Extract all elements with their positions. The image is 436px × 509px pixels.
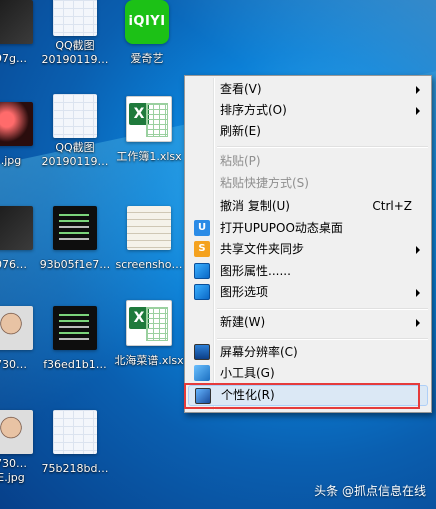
desktop-icon-label: QQ截图 <box>55 141 95 154</box>
menu-item-paste[interactable]: 粘贴(P) <box>188 151 428 172</box>
desktop-icon[interactable]: iQIYI 爱奇艺 <box>108 0 186 66</box>
spreadsheet-grid-icon <box>146 307 168 341</box>
desktop-icon-label: QQ截图 <box>55 39 95 52</box>
screen-resolution-icon <box>194 344 210 360</box>
iqiyi-app-icon: iQIYI <box>125 0 169 44</box>
desktop-icon-label-line2: 20190119… <box>41 53 109 66</box>
desktop-icon[interactable]: 93b05f1e7… <box>36 206 114 272</box>
desktop-icon[interactable]: X 北海菜谱.xlsx <box>110 300 188 368</box>
spreadsheet-grid-icon <box>146 103 168 137</box>
menu-separator <box>217 308 428 310</box>
desktop-icon-label: 730… <box>0 358 27 371</box>
portrait-photo-icon <box>0 306 33 350</box>
submenu-arrow-icon <box>416 319 420 327</box>
menu-item-label: 粘贴快捷方式(S) <box>220 176 309 190</box>
menu-item-label: 小工具(G) <box>220 366 275 380</box>
terminal-screenshot-icon <box>53 206 97 250</box>
desktop-icon-label: 93b05f1e7… <box>39 258 111 271</box>
desktop-icon[interactable]: QQ截图 20190119… <box>36 94 114 169</box>
desktop-icon[interactable]: screensho… <box>110 206 188 272</box>
desktop-icon-label: screensho… <box>115 258 183 271</box>
menu-item-label: 排序方式(O) <box>220 103 287 117</box>
menu-item-undo-copy[interactable]: 撤消 复制(U) Ctrl+Z <box>188 196 428 217</box>
menu-item-refresh[interactable]: 刷新(E) <box>188 121 428 142</box>
watermark-text: 头条 @抓点信息在线 <box>314 484 426 498</box>
menu-separator <box>217 146 428 148</box>
menu-item-label: 新建(W) <box>220 315 266 329</box>
submenu-arrow-icon <box>416 246 420 254</box>
document-photo-icon <box>127 206 171 250</box>
image-thumbnail-icon <box>0 206 33 250</box>
submenu-arrow-icon <box>416 289 420 297</box>
menu-item-label: 共享文件夹同步 <box>220 242 305 256</box>
desktop-icon-label: 75b218bd… <box>41 462 109 475</box>
desktop-icon[interactable]: 75b218bd… <box>36 410 114 476</box>
desktop-context-menu: 查看(V) 排序方式(O) 刷新(E) 粘贴(P) 粘贴快捷方式(S) 撤消 复… <box>184 75 432 413</box>
screenshot-thumbnail-icon <box>53 410 97 454</box>
menu-item-open-upupoo[interactable]: U 打开UPUPOO动态桌面 <box>188 218 428 239</box>
menu-item-label: 打开UPUPOO动态桌面 <box>220 221 343 235</box>
menu-item-label: 粘贴(P) <box>220 154 261 168</box>
desktop-icon-label: 076… <box>0 258 27 271</box>
image-thumbnail-icon <box>0 0 33 44</box>
upupoo-icon: U <box>194 220 210 236</box>
menu-item-label: 查看(V) <box>220 82 262 96</box>
graphics-options-icon <box>194 284 210 300</box>
gadgets-icon <box>194 365 210 381</box>
portrait-photo-icon <box>0 410 33 454</box>
menu-item-shared-folder-sync[interactable]: S 共享文件夹同步 <box>188 239 428 260</box>
menu-item-graphics-properties[interactable]: 图形属性...... <box>188 261 428 282</box>
screenshot-thumbnail-icon <box>53 94 97 138</box>
desktop-icon-label: f36ed1b1… <box>43 358 107 371</box>
highlight-annotation-box <box>184 383 420 409</box>
desktop-icon-label: 工作簿1.xlsx <box>116 150 182 163</box>
submenu-arrow-icon <box>416 86 420 94</box>
submenu-arrow-icon <box>416 107 420 115</box>
menu-item-sort-by[interactable]: 排序方式(O) <box>188 100 428 121</box>
menu-item-new[interactable]: 新建(W) <box>188 312 428 333</box>
desktop-icon[interactable]: f36ed1b1… <box>36 306 114 372</box>
excel-file-icon: X <box>126 96 172 142</box>
terminal-screenshot-icon <box>53 306 97 350</box>
image-thumbnail-icon <box>0 102 33 146</box>
menu-item-label: 图形属性...... <box>220 264 291 278</box>
menu-item-label: 刷新(E) <box>220 124 261 138</box>
menu-item-view[interactable]: 查看(V) <box>188 79 428 100</box>
graphics-properties-icon <box>194 263 210 279</box>
menu-item-label: 撤消 复制(U) <box>220 199 290 213</box>
desktop-icon[interactable]: QQ截图 20190119… <box>36 0 114 67</box>
menu-item-gadgets[interactable]: 小工具(G) <box>188 363 428 384</box>
desktop-icon-label-line2: 20190119… <box>41 155 109 168</box>
desktop-icon-label: 北海菜谱.xlsx <box>114 354 184 367</box>
excel-file-icon: X <box>126 300 172 346</box>
desktop-icon-label: 97g… <box>0 52 27 65</box>
share-sync-icon: S <box>194 241 210 257</box>
menu-separator <box>217 338 428 340</box>
screenshot-thumbnail-icon <box>53 0 97 36</box>
menu-item-label: 屏幕分辨率(C) <box>220 345 298 359</box>
menu-item-label: 图形选项 <box>220 285 269 299</box>
menu-item-shortcut: Ctrl+Z <box>372 199 412 213</box>
desktop-icon[interactable]: X 工作簿1.xlsx <box>110 96 188 164</box>
desktop-icon-label: 爱奇艺 <box>130 52 164 65</box>
desktop-icon-label: .jpg <box>0 154 22 167</box>
menu-item-screen-resolution[interactable]: 屏幕分辨率(C) <box>188 342 428 363</box>
menu-item-paste-shortcut[interactable]: 粘贴快捷方式(S) <box>188 173 428 194</box>
menu-item-graphics-options[interactable]: 图形选项 <box>188 282 428 303</box>
